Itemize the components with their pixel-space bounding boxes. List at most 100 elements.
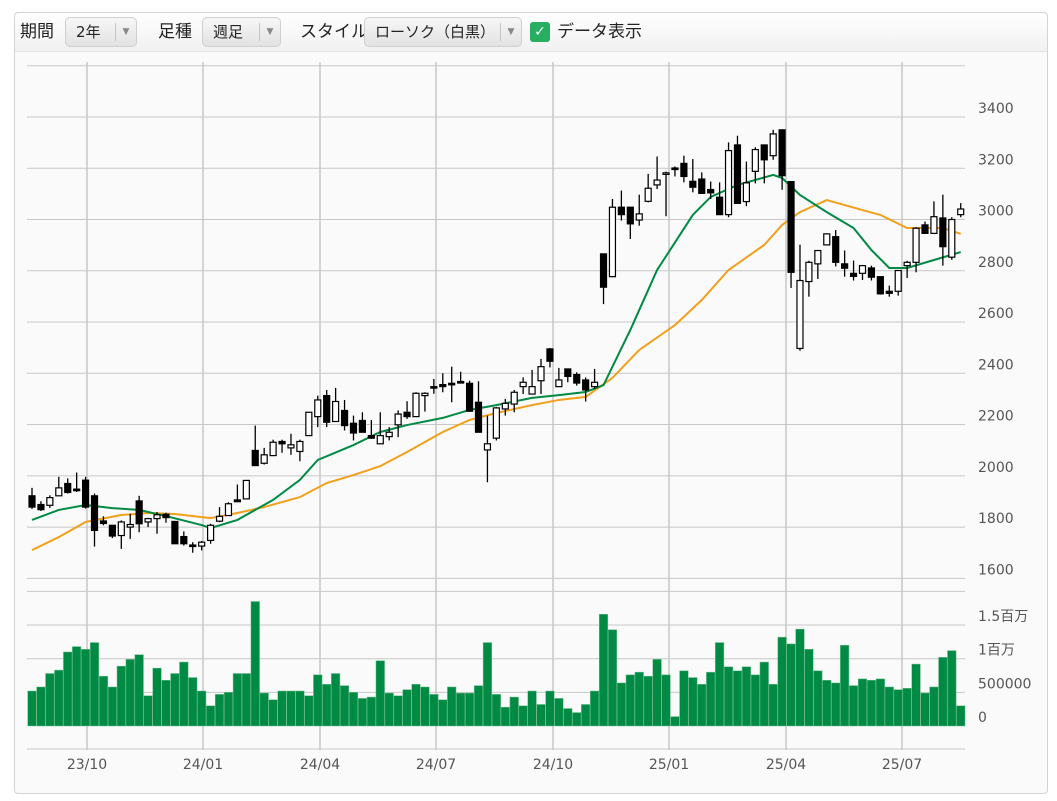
- candle-down: [689, 180, 697, 188]
- volume-bar: [849, 685, 859, 727]
- volume-bar: [295, 690, 305, 727]
- volume-tick-label: 500000: [978, 676, 1031, 692]
- candle-down: [760, 144, 768, 161]
- volume-bar: [661, 674, 671, 727]
- volume-bar: [63, 651, 73, 727]
- x-tick-label: 23/10: [67, 757, 107, 773]
- candle-up: [46, 497, 54, 506]
- volume-bar: [116, 665, 126, 727]
- volume-bar: [697, 684, 707, 727]
- candle-up: [796, 279, 804, 350]
- candle-down: [474, 401, 483, 433]
- volume-bar: [777, 636, 787, 727]
- candle-up: [242, 479, 250, 500]
- price-tick-label: 2000: [978, 460, 1014, 476]
- candle-up: [608, 206, 617, 278]
- candle-up: [314, 399, 322, 418]
- volume-bar: [545, 690, 555, 727]
- volume-bar: [322, 684, 332, 727]
- candle-up: [957, 208, 965, 216]
- volume-bar: [473, 685, 484, 727]
- volume-bar: [482, 642, 492, 727]
- candle-up: [519, 381, 527, 388]
- volume-bar: [911, 663, 921, 727]
- volume-bar: [340, 685, 350, 727]
- volume-bar: [706, 671, 716, 727]
- volume-bar: [250, 601, 260, 727]
- candle-up: [590, 381, 599, 388]
- volume-bar: [759, 661, 769, 727]
- candle-up: [769, 133, 777, 157]
- candle-up: [894, 269, 902, 292]
- volume-bar: [831, 682, 841, 727]
- candle-up: [537, 366, 545, 382]
- candle-up: [635, 213, 643, 221]
- candle-down: [465, 382, 474, 412]
- volume-bar: [679, 670, 689, 727]
- x-tick-label: 24/01: [183, 757, 223, 773]
- volume-bar: [161, 679, 171, 727]
- candle-up: [510, 391, 518, 405]
- x-tick-label: 24/10: [533, 757, 573, 773]
- volume-bar: [786, 643, 796, 727]
- candle-down: [546, 348, 554, 362]
- volume-bar: [268, 699, 278, 727]
- volume-bar: [518, 705, 528, 727]
- x-tick-label: 25/04: [766, 757, 806, 773]
- candle-up: [528, 386, 536, 395]
- candle-down: [28, 495, 36, 508]
- volume-bar: [348, 692, 359, 727]
- candle-down: [564, 368, 572, 377]
- candle-down: [599, 253, 608, 288]
- candle-up: [385, 431, 393, 438]
- candle-down: [278, 440, 286, 445]
- candle-up: [376, 434, 384, 445]
- volume-bar: [509, 696, 519, 727]
- candle-down: [867, 267, 876, 278]
- candle-up: [912, 227, 920, 263]
- candle-down: [707, 188, 715, 194]
- candle-up: [260, 454, 268, 464]
- volume-bar: [143, 695, 153, 727]
- price-tick-label: 3000: [978, 204, 1014, 220]
- volume-bar: [72, 646, 82, 727]
- volume-bar: [607, 629, 618, 727]
- volume-bar: [634, 671, 644, 727]
- x-tick-label: 25/07: [882, 757, 922, 773]
- volume-bar: [259, 692, 269, 727]
- candle-down: [626, 206, 634, 225]
- candle-up: [948, 218, 956, 258]
- candle-up: [644, 187, 652, 202]
- candle-up: [144, 518, 152, 523]
- candle-down: [716, 196, 724, 216]
- candle-down: [582, 379, 590, 391]
- volume-bar: [884, 686, 894, 727]
- volume-bar: [81, 649, 91, 727]
- volume-bar: [590, 690, 600, 727]
- price-tick-label: 2800: [978, 255, 1014, 271]
- volume-bar: [411, 684, 421, 727]
- volume-bar: [206, 705, 216, 727]
- candle-up: [483, 443, 492, 451]
- price-tick-label: 2400: [978, 357, 1014, 373]
- volume-bar: [920, 692, 930, 727]
- volume-bar: [402, 689, 412, 727]
- volume-bar: [866, 679, 876, 727]
- volume-bar: [465, 692, 475, 727]
- candle-up: [269, 441, 277, 457]
- volume-bar: [393, 695, 403, 727]
- candle-down: [108, 524, 116, 537]
- volume-tick-label: 1.5百万: [978, 609, 1028, 625]
- candle-down: [841, 263, 849, 269]
- candle-down: [778, 129, 786, 177]
- candle-up: [55, 487, 63, 497]
- volume-tick-label: 0: [978, 710, 987, 726]
- volume-bar: [331, 673, 341, 727]
- candle-up: [742, 182, 751, 203]
- candle-down: [99, 520, 108, 525]
- volume-tick-label: 1百万: [978, 643, 1015, 659]
- volume-bar: [527, 690, 537, 727]
- candle-up: [412, 392, 420, 418]
- candle-down: [849, 272, 858, 278]
- volume-bar: [723, 666, 734, 727]
